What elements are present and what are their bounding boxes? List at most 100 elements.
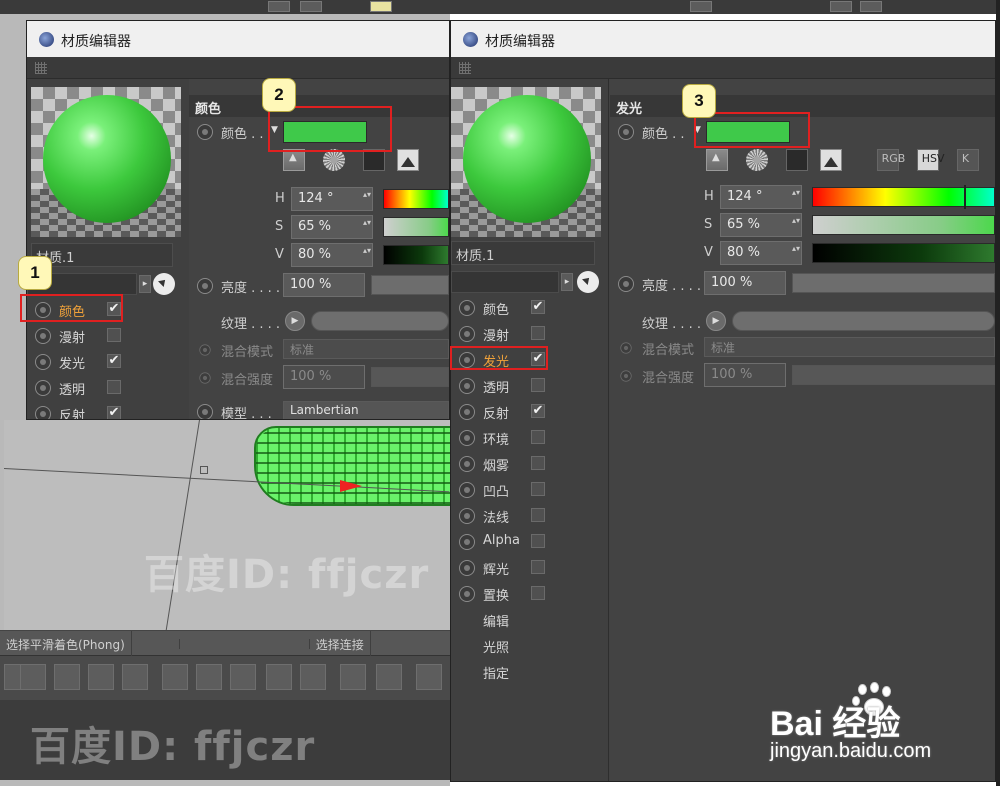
hue-slider[interactable] (383, 189, 449, 209)
expand-arrow-icon[interactable]: ▸ (139, 275, 151, 293)
channel-checkbox[interactable]: ✔ (531, 404, 545, 418)
value-field[interactable]: 80 % (291, 243, 373, 267)
channel-item[interactable]: 凹凸 (451, 477, 631, 503)
channel-radio[interactable] (459, 300, 475, 316)
mix-mode-dropdown[interactable]: 标准 (283, 339, 449, 359)
brightness-field[interactable]: 100 % (283, 273, 365, 297)
toolbar-icon[interactable] (860, 1, 882, 12)
modebar-item[interactable]: 选择连接 (310, 631, 371, 658)
channel-item[interactable]: 透明 (451, 373, 631, 399)
modebar-item[interactable] (132, 639, 180, 649)
anim-radio[interactable] (197, 278, 213, 294)
toolbar-icon[interactable] (370, 1, 392, 12)
channel-item[interactable]: 编辑 (451, 607, 631, 633)
channel-checkbox[interactable] (531, 326, 545, 340)
channel-checkbox[interactable]: ✔ (107, 354, 121, 368)
hue-marker[interactable] (964, 185, 966, 209)
channel-item[interactable]: 指定 (451, 659, 631, 685)
brightness-slider[interactable] (371, 275, 449, 295)
mix-strength-slider[interactable] (371, 367, 449, 387)
texture-menu-icon[interactable]: ▶ (706, 311, 726, 331)
modebar-item[interactable]: 选择平滑着色(Phong) (0, 631, 132, 658)
toolbar-icon[interactable] (300, 1, 322, 12)
channel-item[interactable]: 反射 ✔ (451, 399, 631, 425)
material-editor-window-left[interactable]: 材质编辑器 材质.1 ▸ 颜色✔漫射发光✔透明反射✔ 颜色 颜色 . . ▼ H… (26, 20, 450, 420)
spectrum-icon[interactable] (363, 149, 386, 171)
anim-radio[interactable] (199, 344, 211, 356)
eyedropper-icon[interactable] (283, 149, 305, 171)
window-titlebar[interactable]: 材质编辑器 (27, 21, 449, 57)
channel-checkbox[interactable] (531, 430, 545, 444)
mix-strength-field[interactable]: 100 % (283, 365, 365, 389)
color-wheel-icon[interactable] (323, 149, 346, 171)
mix-mode-dropdown[interactable]: 标准 (704, 337, 995, 357)
channel-radio[interactable] (35, 328, 51, 344)
anim-radio[interactable] (618, 124, 634, 140)
channel-radio[interactable] (459, 534, 475, 550)
tool-icon[interactable] (122, 664, 148, 690)
image-picker-icon[interactable] (397, 149, 420, 171)
hue-slider[interactable] (812, 187, 995, 207)
viewport-3d[interactable]: 百度ID: ffjczr (4, 420, 450, 630)
channel-item[interactable]: 法线 (451, 503, 631, 529)
texture-slot[interactable] (732, 311, 995, 331)
channel-checkbox[interactable] (107, 380, 121, 394)
green-mesh-object[interactable] (254, 426, 450, 506)
value-field[interactable]: 80 % (720, 241, 802, 265)
channel-radio[interactable] (459, 456, 475, 472)
hue-field[interactable]: 124 ° (291, 187, 373, 211)
tool-icon[interactable] (266, 664, 292, 690)
channel-radio[interactable] (459, 586, 475, 602)
channel-item[interactable]: 辉光 (451, 555, 631, 581)
channel-radio[interactable] (459, 430, 475, 446)
pick-cursor-icon[interactable] (577, 271, 599, 293)
anim-radio[interactable] (618, 276, 634, 292)
mix-strength-field[interactable]: 100 % (704, 363, 786, 387)
expand-arrow-icon[interactable]: ▸ (561, 273, 573, 291)
channel-radio[interactable] (459, 404, 475, 420)
brightness-slider[interactable] (792, 273, 995, 293)
channel-radio[interactable] (459, 560, 475, 576)
layer-field[interactable] (451, 271, 559, 293)
image-picker-icon[interactable] (820, 149, 843, 171)
channel-item[interactable]: 反射 ✔ (27, 401, 207, 419)
anim-radio[interactable] (197, 124, 213, 140)
spectrum-icon[interactable] (786, 149, 809, 171)
tool-icon[interactable] (20, 664, 46, 690)
channel-radio[interactable] (35, 406, 51, 419)
pick-cursor-icon[interactable] (153, 273, 175, 295)
channel-item[interactable]: 烟雾 (451, 451, 631, 477)
channel-checkbox[interactable] (107, 328, 121, 342)
model-dropdown[interactable]: Lambertian (283, 401, 449, 419)
channel-checkbox[interactable] (531, 508, 545, 522)
tool-icon[interactable] (88, 664, 114, 690)
tool-icon[interactable] (416, 664, 442, 690)
toolbar-icon[interactable] (690, 1, 712, 12)
saturation-slider[interactable] (812, 215, 995, 235)
channel-checkbox[interactable] (531, 482, 545, 496)
panel-grip[interactable] (27, 57, 449, 79)
saturation-field[interactable]: 65 % (720, 213, 802, 237)
channel-item[interactable]: 光照 (451, 633, 631, 659)
channel-checkbox[interactable] (531, 586, 545, 600)
channel-radio[interactable] (459, 482, 475, 498)
tool-icon[interactable] (162, 664, 188, 690)
channel-item[interactable]: 颜色 ✔ (451, 295, 631, 321)
texture-slot[interactable] (311, 311, 449, 331)
saturation-field[interactable]: 65 % (291, 215, 373, 239)
panel-grip[interactable] (451, 57, 995, 79)
kelvin-mode-button[interactable]: K (956, 149, 979, 171)
channel-checkbox[interactable] (531, 560, 545, 574)
anim-radio[interactable] (199, 372, 211, 384)
channel-item[interactable]: 置换 (451, 581, 631, 607)
saturation-slider[interactable] (383, 217, 449, 237)
material-preview[interactable] (31, 87, 181, 237)
color-wheel-icon[interactable] (746, 149, 769, 171)
toolbar-icon[interactable] (830, 1, 852, 12)
material-name-field[interactable]: 材质.1 (31, 243, 173, 267)
anim-radio[interactable] (620, 342, 632, 354)
channel-radio[interactable] (459, 508, 475, 524)
window-titlebar[interactable]: 材质编辑器 (451, 21, 995, 57)
channel-item[interactable]: 漫射 (451, 321, 631, 347)
brightness-field[interactable]: 100 % (704, 271, 786, 295)
